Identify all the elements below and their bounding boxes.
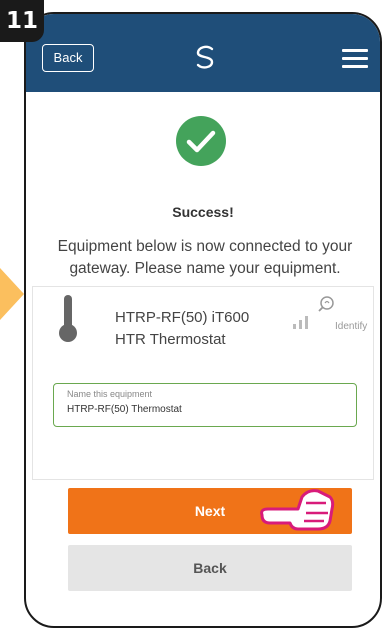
app-header: Back <box>26 14 380 92</box>
instruction-arrow-icon <box>0 268 24 320</box>
name-field-label: Name this equipment <box>67 389 153 399</box>
phone-frame: Back Success! Equipment below is now con… <box>24 12 382 628</box>
device-model: HTRP-RF(50) iT600 <box>115 309 250 326</box>
thermometer-icon <box>59 295 77 342</box>
equipment-name-input[interactable]: Name this equipment HTRP-RF(50) Thermost… <box>53 383 357 427</box>
hamburger-menu-icon[interactable] <box>342 49 368 69</box>
pointing-hand-icon <box>260 489 335 531</box>
salus-logo-icon <box>196 45 214 69</box>
signal-strength-icon <box>293 316 308 329</box>
identify-icon[interactable] <box>317 295 335 313</box>
success-title: Success! <box>172 204 234 220</box>
header-back-button[interactable]: Back <box>42 44 94 72</box>
back-button[interactable]: Back <box>68 545 352 591</box>
identify-label[interactable]: Identify <box>335 321 367 332</box>
success-message: Equipment below is now connected to your… <box>57 238 353 277</box>
checkmark-icon <box>176 116 226 166</box>
device-card: HTRP-RF(50) iT600 HTR Thermostat Identif… <box>32 286 374 480</box>
step-number-badge: 11 <box>0 0 44 42</box>
device-type: HTR Thermostat <box>115 331 226 348</box>
name-field-value[interactable]: HTRP-RF(50) Thermostat <box>67 404 182 415</box>
